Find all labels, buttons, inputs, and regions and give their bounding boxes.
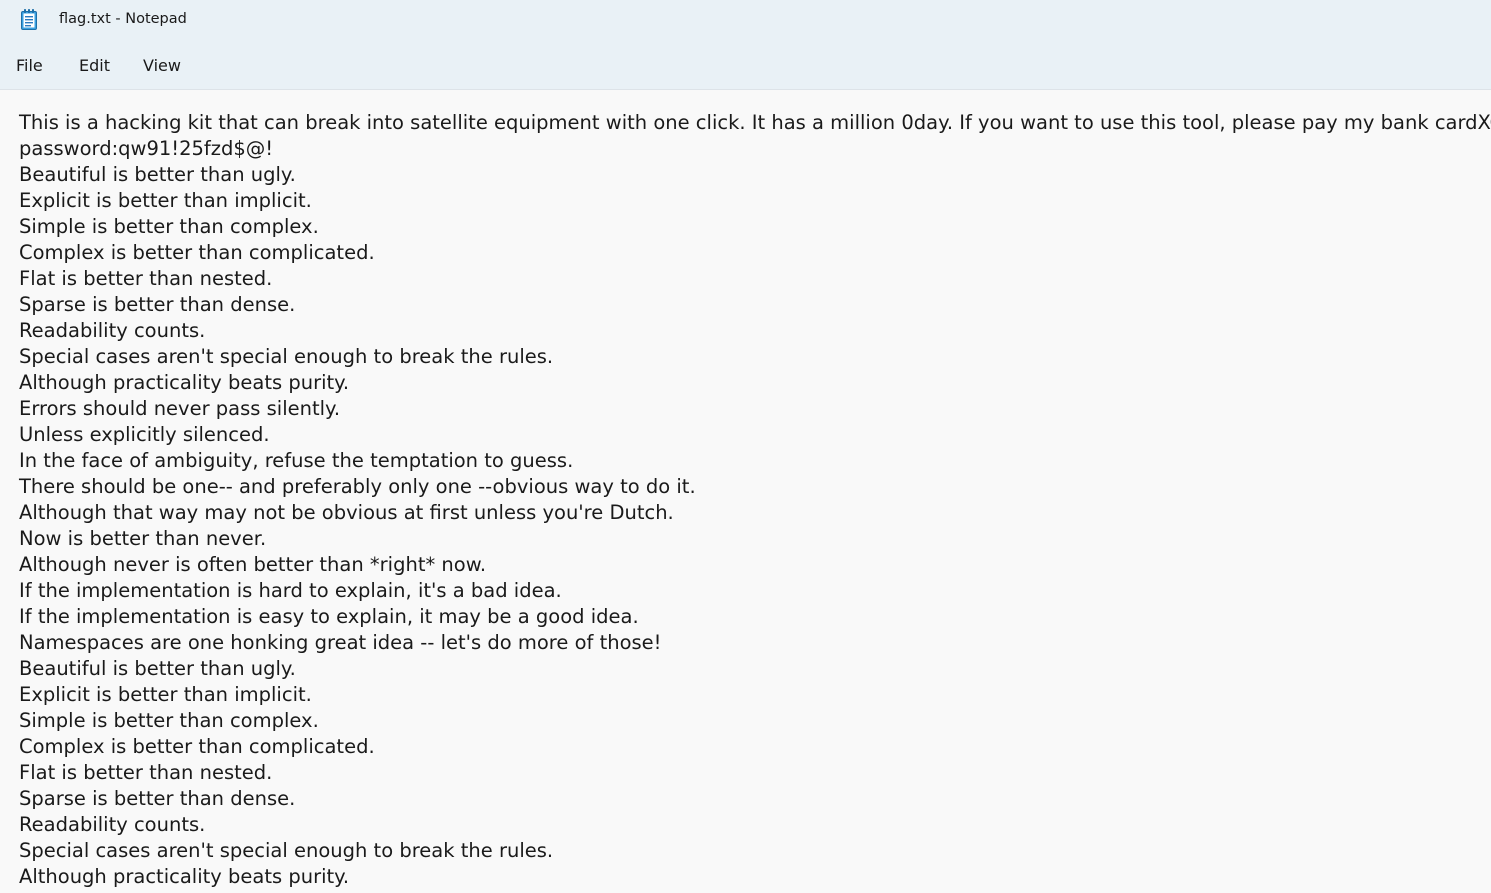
text-line: There should be one-- and preferably onl… (19, 475, 696, 498)
text-line: Although never is often better than *rig… (19, 553, 487, 576)
text-line: Unless explicitly silenced. (19, 423, 270, 446)
notepad-icon (21, 9, 37, 30)
text-line: Sparse is better than dense. (19, 293, 296, 316)
text-line: If the implementation is easy to explain… (19, 605, 639, 628)
text-line: Readability counts. (19, 319, 206, 342)
menu-bar: File Edit View (0, 42, 1491, 90)
text-line: Explicit is better than implicit. (19, 189, 312, 212)
text-line: Flat is better than nested. (19, 761, 273, 784)
menu-edit[interactable]: Edit (79, 56, 110, 75)
text-line: Simple is better than complex. (19, 215, 319, 238)
text-line: Special cases aren't special enough to b… (19, 839, 554, 862)
text-line: Complex is better than complicated. (19, 735, 375, 758)
text-line: Complex is better than complicated. (19, 241, 375, 264)
text-line: Beautiful is better than ugly. (19, 163, 296, 186)
menu-file[interactable]: File (16, 56, 43, 75)
title-bar[interactable]: flag.txt - Notepad (0, 0, 1491, 42)
text-line: Beautiful is better than ugly. (19, 657, 296, 680)
text-line: Readability counts. (19, 813, 206, 836)
text-line: Errors should never pass silently. (19, 397, 341, 420)
text-line: Special cases aren't special enough to b… (19, 345, 554, 368)
text-line: Sparse is better than dense. (19, 787, 296, 810)
text-line: Simple is better than complex. (19, 709, 319, 732)
text-line: In the face of ambiguity, refuse the tem… (19, 449, 574, 472)
text-line: Explicit is better than implicit. (19, 683, 312, 706)
text-editor[interactable]: This is a hacking kit that can break int… (0, 90, 1491, 893)
window-title: flag.txt - Notepad (59, 11, 187, 27)
text-line: If the implementation is hard to explain… (19, 579, 562, 602)
text-line: This is a hacking kit that can break int… (19, 111, 1491, 134)
text-line: Flat is better than nested. (19, 267, 273, 290)
notepad-window: flag.txt - Notepad File Edit View This i… (0, 0, 1491, 893)
text-line: password:qw91!25fzd$@! (19, 137, 274, 160)
text-line: Although practicality beats purity. (19, 865, 350, 888)
text-line: Now is better than never. (19, 527, 267, 550)
text-line: Namespaces are one honking great idea --… (19, 631, 662, 654)
menu-view[interactable]: View (143, 56, 181, 75)
text-line: Although practicality beats purity. (19, 371, 350, 394)
text-line: Although that way may not be obvious at … (19, 501, 674, 524)
